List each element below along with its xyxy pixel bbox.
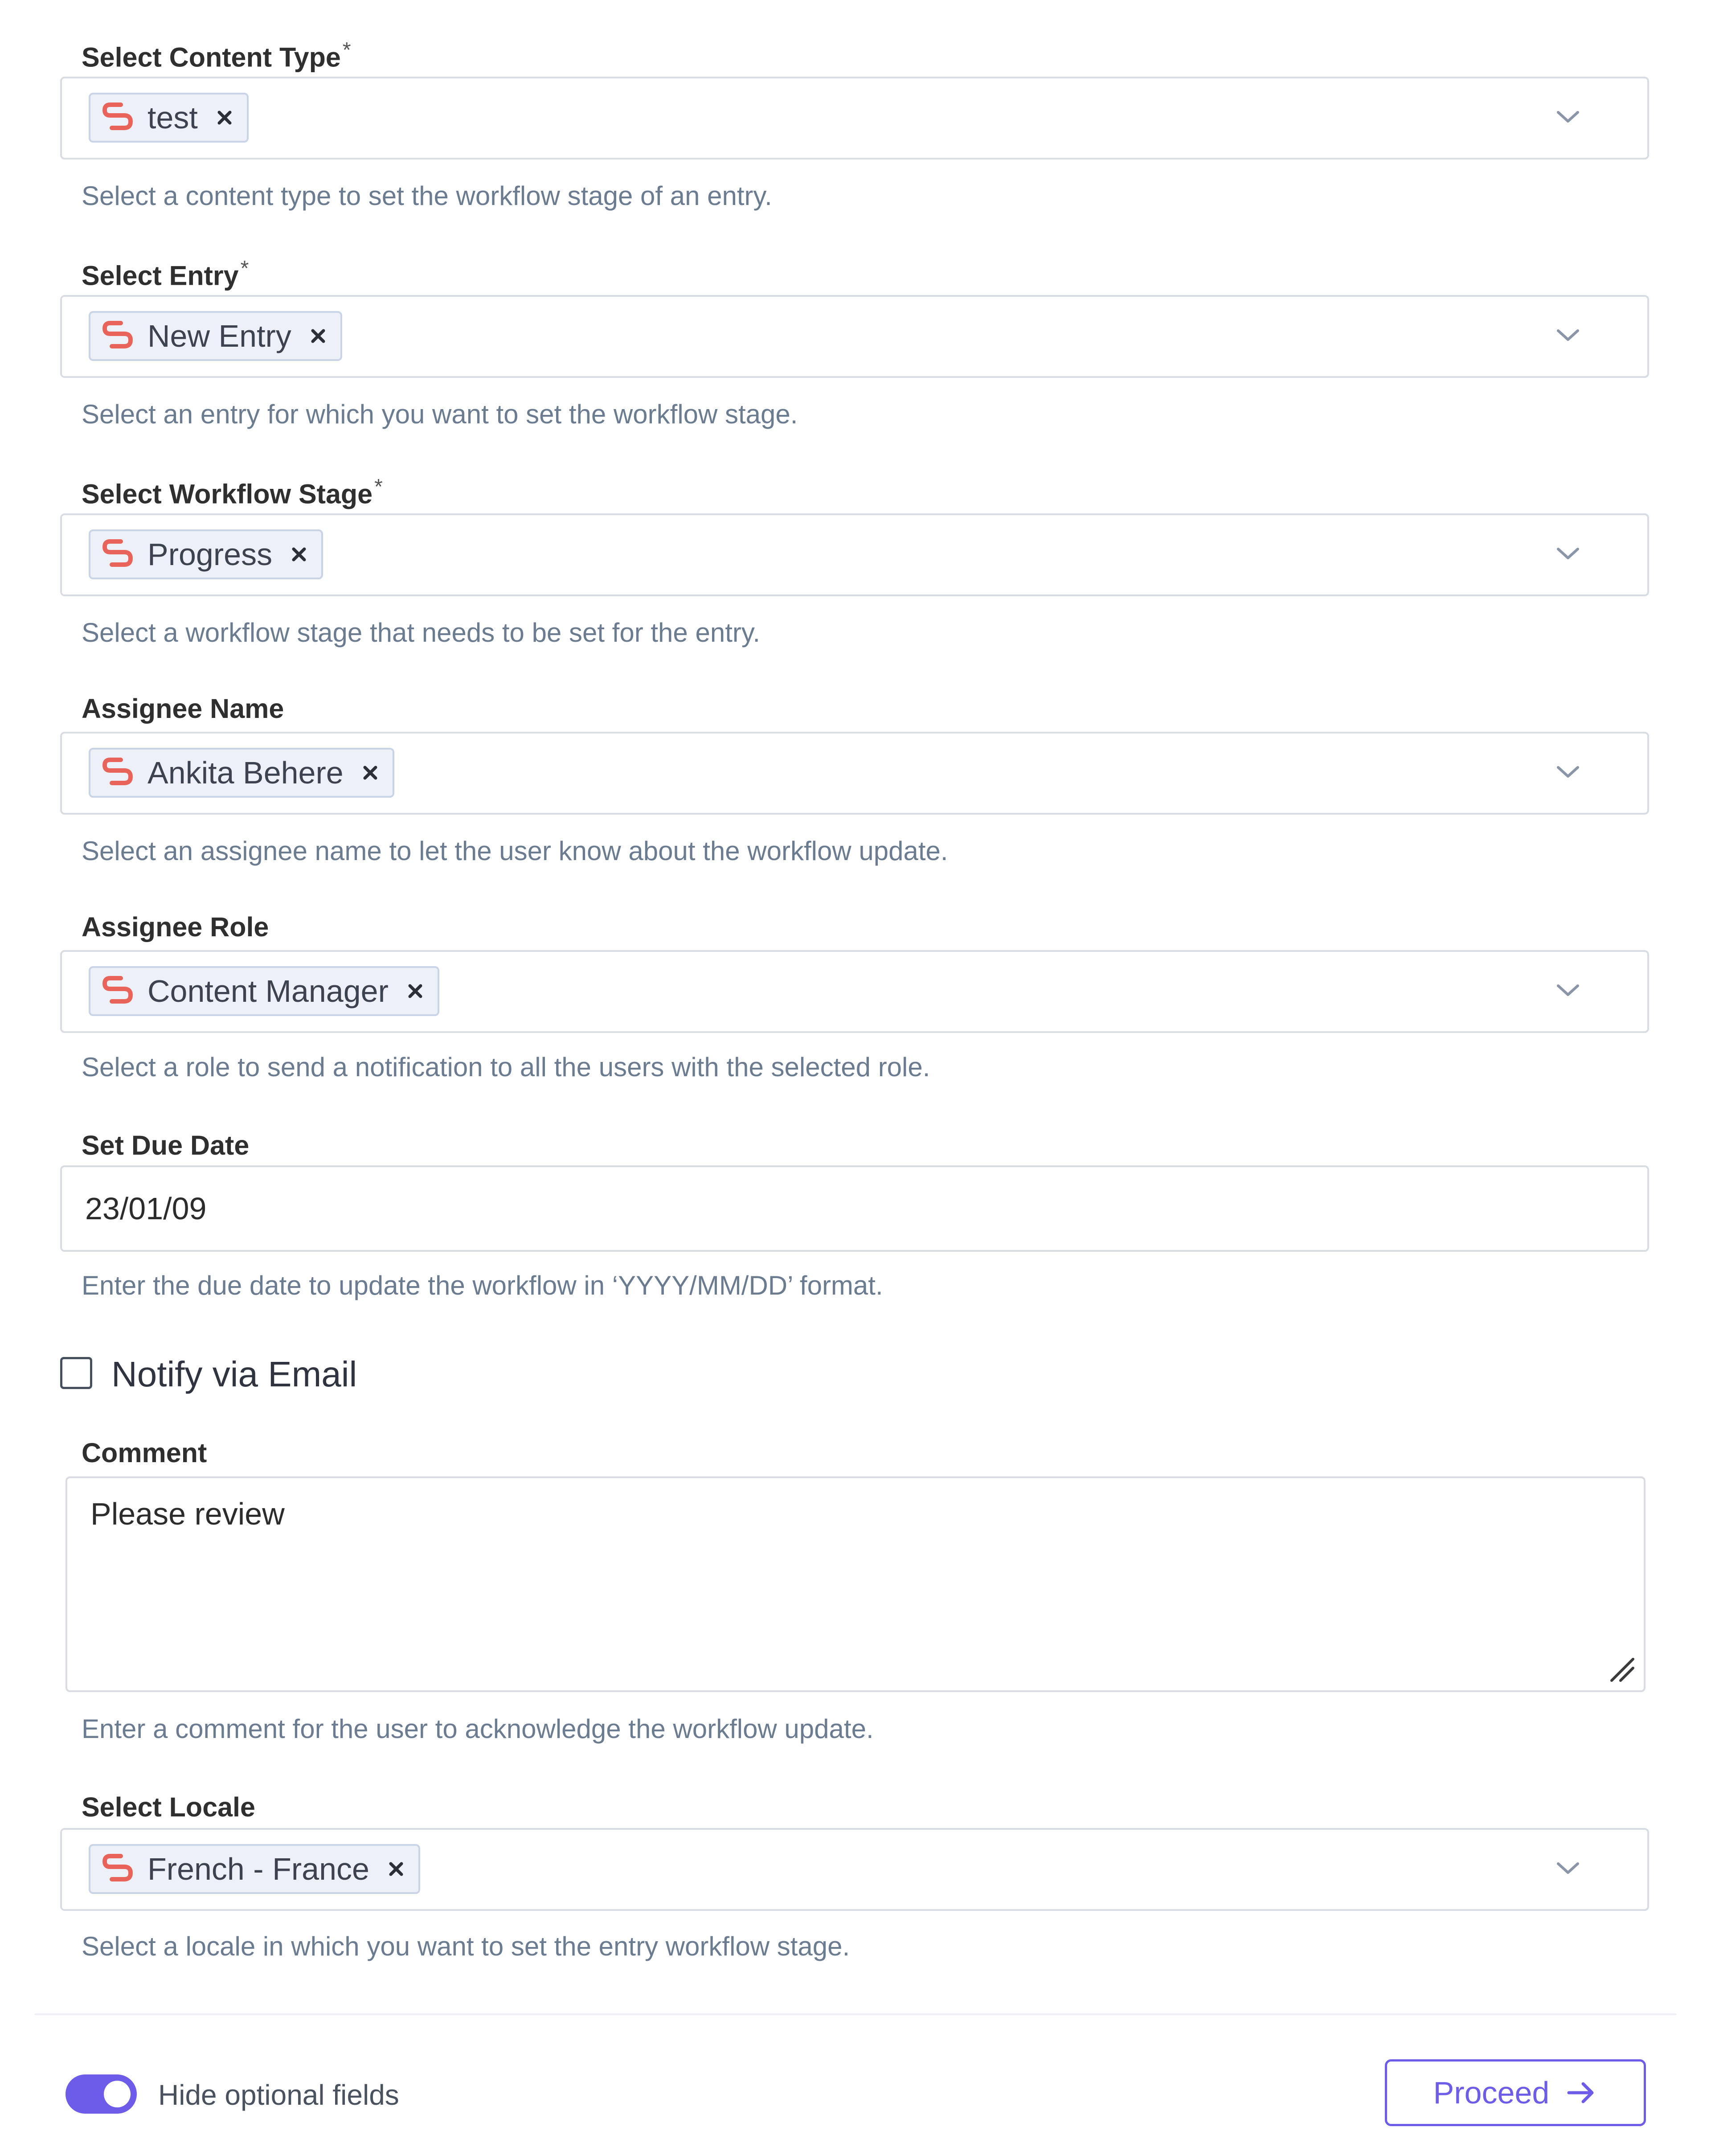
workflow-stage-select[interactable]: Progress xyxy=(60,513,1649,596)
assignee-name-select[interactable]: Ankita Behere xyxy=(60,732,1649,815)
comment-textarea[interactable]: Please review xyxy=(65,1476,1646,1692)
chevron-down-icon[interactable] xyxy=(1555,108,1580,126)
chevron-down-icon[interactable] xyxy=(1555,545,1580,562)
close-icon[interactable] xyxy=(290,545,308,563)
content-type-label: Select Content Type* xyxy=(82,38,351,73)
connector-logo-icon xyxy=(102,102,133,130)
due-date-input[interactable]: 23/01/09 xyxy=(60,1165,1649,1252)
resize-handle-icon[interactable] xyxy=(1608,1656,1635,1682)
locale-chip: French - France xyxy=(89,1844,420,1894)
connector-logo-icon xyxy=(102,321,133,348)
proceed-label: Proceed xyxy=(1433,2075,1550,2110)
content-type-chip-text: test xyxy=(147,100,198,135)
entry-label: Select Entry* xyxy=(82,257,249,291)
chevron-down-icon[interactable] xyxy=(1555,981,1580,999)
proceed-button[interactable]: Proceed xyxy=(1385,2059,1646,2126)
entry-select[interactable]: New Entry xyxy=(60,295,1649,378)
locale-help: Select a locale in which you want to set… xyxy=(82,1931,850,1961)
assignee-role-help: Select a role to send a notification to … xyxy=(82,1052,930,1082)
assignee-role-chip-text: Content Manager xyxy=(147,974,389,1008)
entry-chip-text: New Entry xyxy=(147,319,291,353)
hide-optional-fields-toggle[interactable] xyxy=(65,2074,137,2114)
toggle-knob xyxy=(104,2081,131,2107)
set-workflow-stage-form: Select Content Type* test Select a conte… xyxy=(0,0,1711,2156)
comment-label: Comment xyxy=(82,1438,207,1468)
due-date-label: Set Due Date xyxy=(82,1130,250,1160)
hide-optional-fields-label: Hide optional fields xyxy=(158,2079,399,2111)
chevron-down-icon[interactable] xyxy=(1555,763,1580,781)
workflow-stage-chip-text: Progress xyxy=(147,537,273,572)
assignee-name-label: Assignee Name xyxy=(82,693,284,724)
assignee-role-label: Assignee Role xyxy=(82,912,269,942)
connector-logo-icon xyxy=(102,1854,133,1881)
connector-logo-icon xyxy=(102,539,133,567)
locale-label: Select Locale xyxy=(82,1792,255,1822)
close-icon[interactable] xyxy=(361,764,379,782)
content-type-select[interactable]: test xyxy=(60,77,1649,160)
footer-divider xyxy=(35,2013,1676,2015)
comment-text: Please review xyxy=(90,1496,285,1531)
workflow-stage-help: Select a workflow stage that needs to be… xyxy=(82,618,761,648)
content-type-chip: test xyxy=(89,93,249,143)
assignee-role-chip: Content Manager xyxy=(89,966,439,1016)
notify-email-label[interactable]: Notify via Email xyxy=(111,1354,357,1395)
connector-logo-icon xyxy=(102,976,133,1004)
close-icon[interactable] xyxy=(309,327,327,345)
due-date-help: Enter the due date to update the workflo… xyxy=(82,1271,883,1300)
chevron-down-icon[interactable] xyxy=(1555,1859,1580,1877)
close-icon[interactable] xyxy=(216,109,233,127)
entry-chip: New Entry xyxy=(89,311,342,361)
notify-email-checkbox[interactable] xyxy=(60,1357,92,1389)
close-icon[interactable] xyxy=(387,1860,405,1878)
close-icon[interactable] xyxy=(406,982,424,1000)
assignee-name-help: Select an assignee name to let the user … xyxy=(82,836,948,866)
assignee-role-select[interactable]: Content Manager xyxy=(60,950,1649,1033)
assignee-name-chip: Ankita Behere xyxy=(89,748,394,798)
workflow-stage-chip: Progress xyxy=(89,529,323,579)
chevron-down-icon[interactable] xyxy=(1555,326,1580,344)
arrow-right-icon xyxy=(1567,2082,1594,2103)
comment-help: Enter a comment for the user to acknowle… xyxy=(82,1714,874,1744)
entry-help: Select an entry for which you want to se… xyxy=(82,399,798,429)
locale-select[interactable]: French - France xyxy=(60,1828,1649,1911)
locale-chip-text: French - France xyxy=(147,1852,369,1886)
workflow-stage-label: Select Workflow Stage* xyxy=(82,475,383,509)
content-type-help: Select a content type to set the workflo… xyxy=(82,181,772,211)
connector-logo-icon xyxy=(102,758,133,785)
assignee-name-chip-text: Ankita Behere xyxy=(147,755,344,790)
